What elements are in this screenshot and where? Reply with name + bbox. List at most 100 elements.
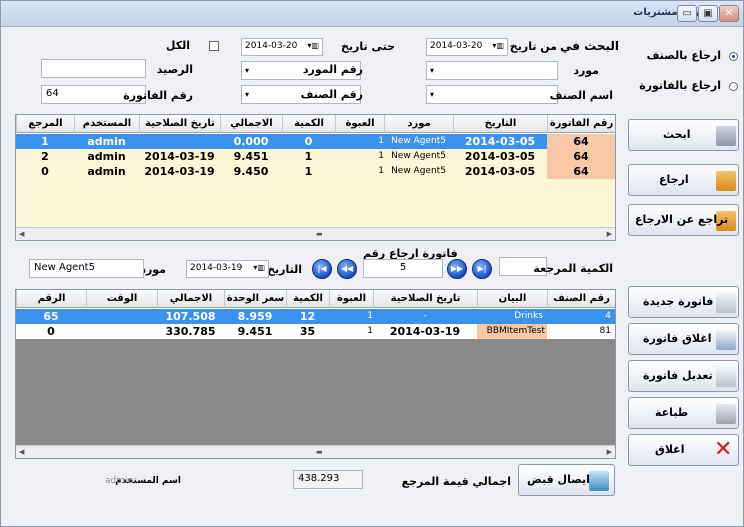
last-record-icon[interactable]: ▶| xyxy=(472,259,492,279)
col-header[interactable]: المرجع xyxy=(16,115,74,133)
cell-user: admin xyxy=(87,165,126,178)
all-label: الكل xyxy=(165,39,190,52)
maximize-button[interactable]: ▣ xyxy=(698,5,718,22)
return-supplier-field[interactable]: New Agent5 xyxy=(29,259,144,278)
horizontal-scrollbar[interactable]: ◀ ▬ ▶ xyxy=(16,227,615,240)
horizontal-scrollbar[interactable]: ◀ ▬ ▶ xyxy=(16,445,615,458)
return-button[interactable]: ارجاع xyxy=(628,164,739,196)
close-x-icon: ✕ xyxy=(714,437,733,462)
first-record-icon[interactable]: |◀ xyxy=(312,259,332,279)
new-invoice-button[interactable]: فاتورة جديدة xyxy=(628,286,739,318)
close-window-button[interactable]: ✕ xyxy=(719,5,739,22)
cell-ref: 1 xyxy=(41,135,49,148)
total-return-label: اجمالي قيمة المرجع xyxy=(401,475,511,488)
col-header[interactable]: المستخدم xyxy=(74,115,139,133)
supplier-combo[interactable]: ▾ xyxy=(426,61,558,80)
supplier-number-label: رقم المورد xyxy=(302,63,363,76)
receipt-button-label: ايصال قبض xyxy=(527,473,590,486)
calendar-icon[interactable]: ▾▥ xyxy=(307,41,319,50)
col-header[interactable]: البيان xyxy=(477,290,547,308)
table-row[interactable]: 64 2014-03-05 New Agent5 1 1 9.450 2014-… xyxy=(16,164,615,179)
col-header[interactable]: العبوة xyxy=(329,290,373,308)
table-row[interactable]: 4 Drinks - 1 12 8.959 107.508 65 xyxy=(16,309,615,324)
cell-expiry: - xyxy=(423,311,427,321)
scroll-right-icon[interactable]: ▶ xyxy=(607,230,612,238)
minimize-button[interactable]: ▭ xyxy=(677,5,697,22)
scroll-thumb[interactable]: ▬ xyxy=(316,448,323,456)
cell-time xyxy=(86,324,157,339)
cell-expiry: 2014-03-19 xyxy=(389,325,461,338)
col-header[interactable]: الوقت xyxy=(86,290,157,308)
col-header[interactable]: الاجمالي xyxy=(157,290,224,308)
return-invoice-number[interactable]: 5 xyxy=(363,259,443,278)
col-header[interactable]: الاجمالي xyxy=(220,115,282,133)
from-date-value: 2014-03-20 xyxy=(430,41,483,51)
calendar-icon[interactable]: ▾▥ xyxy=(492,41,504,50)
return-items-grid[interactable]: رقم الصنف البيان تاريخ الصلاحية العبوة ا… xyxy=(15,289,616,459)
table-row[interactable]: 64 2014-03-05 New Agent5 1 0 0.000 admin… xyxy=(16,134,615,149)
return-by-invoice-radio[interactable] xyxy=(729,82,738,91)
cell-supplier: New Agent5 xyxy=(391,166,446,176)
col-header[interactable]: الكمية xyxy=(286,290,329,308)
edit-invoice-label: تعديل فاتورة xyxy=(643,369,713,382)
item-number-label: رقم الصنف xyxy=(300,88,363,101)
cell-invoice-no: 64 xyxy=(547,164,615,179)
to-date-picker[interactable]: 2014-03-20 ▾▥ xyxy=(241,38,323,56)
col-header[interactable]: العبوة xyxy=(335,115,384,133)
invoice-lines-grid[interactable]: رقم الفاتورة التاريخ مورد العبوة الكمية … xyxy=(15,114,616,241)
cell-ref: 0 xyxy=(41,165,49,178)
cell-supplier: New Agent5 xyxy=(391,136,446,146)
cell-package: 1 xyxy=(367,326,373,336)
scroll-right-icon[interactable]: ▶ xyxy=(607,448,612,456)
scroll-thumb[interactable]: ▬ xyxy=(316,230,323,238)
chevron-down-icon: ▾ xyxy=(430,66,435,75)
scroll-left-icon[interactable]: ◀ xyxy=(19,448,24,456)
total-return-value: 438.293 xyxy=(293,470,363,489)
col-header[interactable]: تاريخ الصلاحية xyxy=(139,115,220,133)
cell-package: 1 xyxy=(378,166,384,176)
cell-expiry: 2014-03-19 xyxy=(144,165,215,178)
table-row[interactable]: 81 BBMItemTest 2014-03-19 1 35 9.451 330… xyxy=(16,324,615,339)
col-header[interactable]: التاريخ xyxy=(453,115,547,133)
cell-qty: 1 xyxy=(304,150,313,163)
col-header[interactable]: تاريخ الصلاحية xyxy=(373,290,477,308)
cell-package: 1 xyxy=(378,136,384,146)
col-header[interactable]: رقم الصنف xyxy=(547,290,615,308)
table-row[interactable]: 64 2014-03-05 New Agent5 1 1 9.451 2014-… xyxy=(16,149,615,164)
undo-return-button[interactable]: تراجع عن الارجاع xyxy=(628,204,739,236)
close-button[interactable]: ✕ اغلاق xyxy=(628,434,739,466)
return-button-label: ارجاع xyxy=(659,173,689,186)
cell-date: 2014-03-05 xyxy=(464,150,536,163)
col-header[interactable]: رقم الفاتورة xyxy=(547,115,615,133)
next-record-icon[interactable]: ▶▶ xyxy=(447,259,467,279)
close-invoice-button[interactable]: اغلاق فاتورة xyxy=(628,323,739,355)
edit-invoice-button[interactable]: تعديل فاتورة xyxy=(628,360,739,392)
receipt-button[interactable]: ايصال قبض xyxy=(518,464,615,496)
col-header[interactable]: سعر الوحدة xyxy=(224,290,286,308)
col-header[interactable]: مورد xyxy=(384,115,453,133)
col-header[interactable]: الكمية xyxy=(282,115,335,133)
cell-total: 330.785 xyxy=(165,325,216,338)
save-document-icon xyxy=(716,330,736,350)
col-header[interactable]: الرقم xyxy=(16,290,86,308)
balance-field[interactable] xyxy=(41,59,146,78)
item-name-combo[interactable]: ▾ xyxy=(426,85,558,104)
cell-total: 9.450 xyxy=(233,165,269,178)
search-button[interactable]: ابحث xyxy=(628,119,739,151)
calendar-icon[interactable]: ▾▥ xyxy=(253,263,265,272)
previous-record-icon[interactable]: ◀◀ xyxy=(337,259,357,279)
scroll-left-icon[interactable]: ◀ xyxy=(19,230,24,238)
close-invoice-label: اغلاق فاتورة xyxy=(643,332,712,345)
undo-return-label: تراجع عن الارجاع xyxy=(635,213,729,226)
chevron-down-icon: ▾ xyxy=(430,90,435,99)
from-date-picker[interactable]: 2014-03-20 ▾▥ xyxy=(426,38,508,56)
return-date-picker[interactable]: 2014-03-19 ▾▥ xyxy=(186,260,269,278)
balance-label: الرصيد xyxy=(156,63,193,76)
cash-icon xyxy=(589,471,609,491)
all-checkbox[interactable] xyxy=(209,41,219,51)
search-button-label: ابحث xyxy=(663,128,691,141)
return-by-item-radio[interactable] xyxy=(729,52,738,61)
print-button[interactable]: طباعة xyxy=(628,397,739,429)
from-date-label: من تاريخ xyxy=(509,40,557,53)
cell-qty: 1 xyxy=(304,165,313,178)
